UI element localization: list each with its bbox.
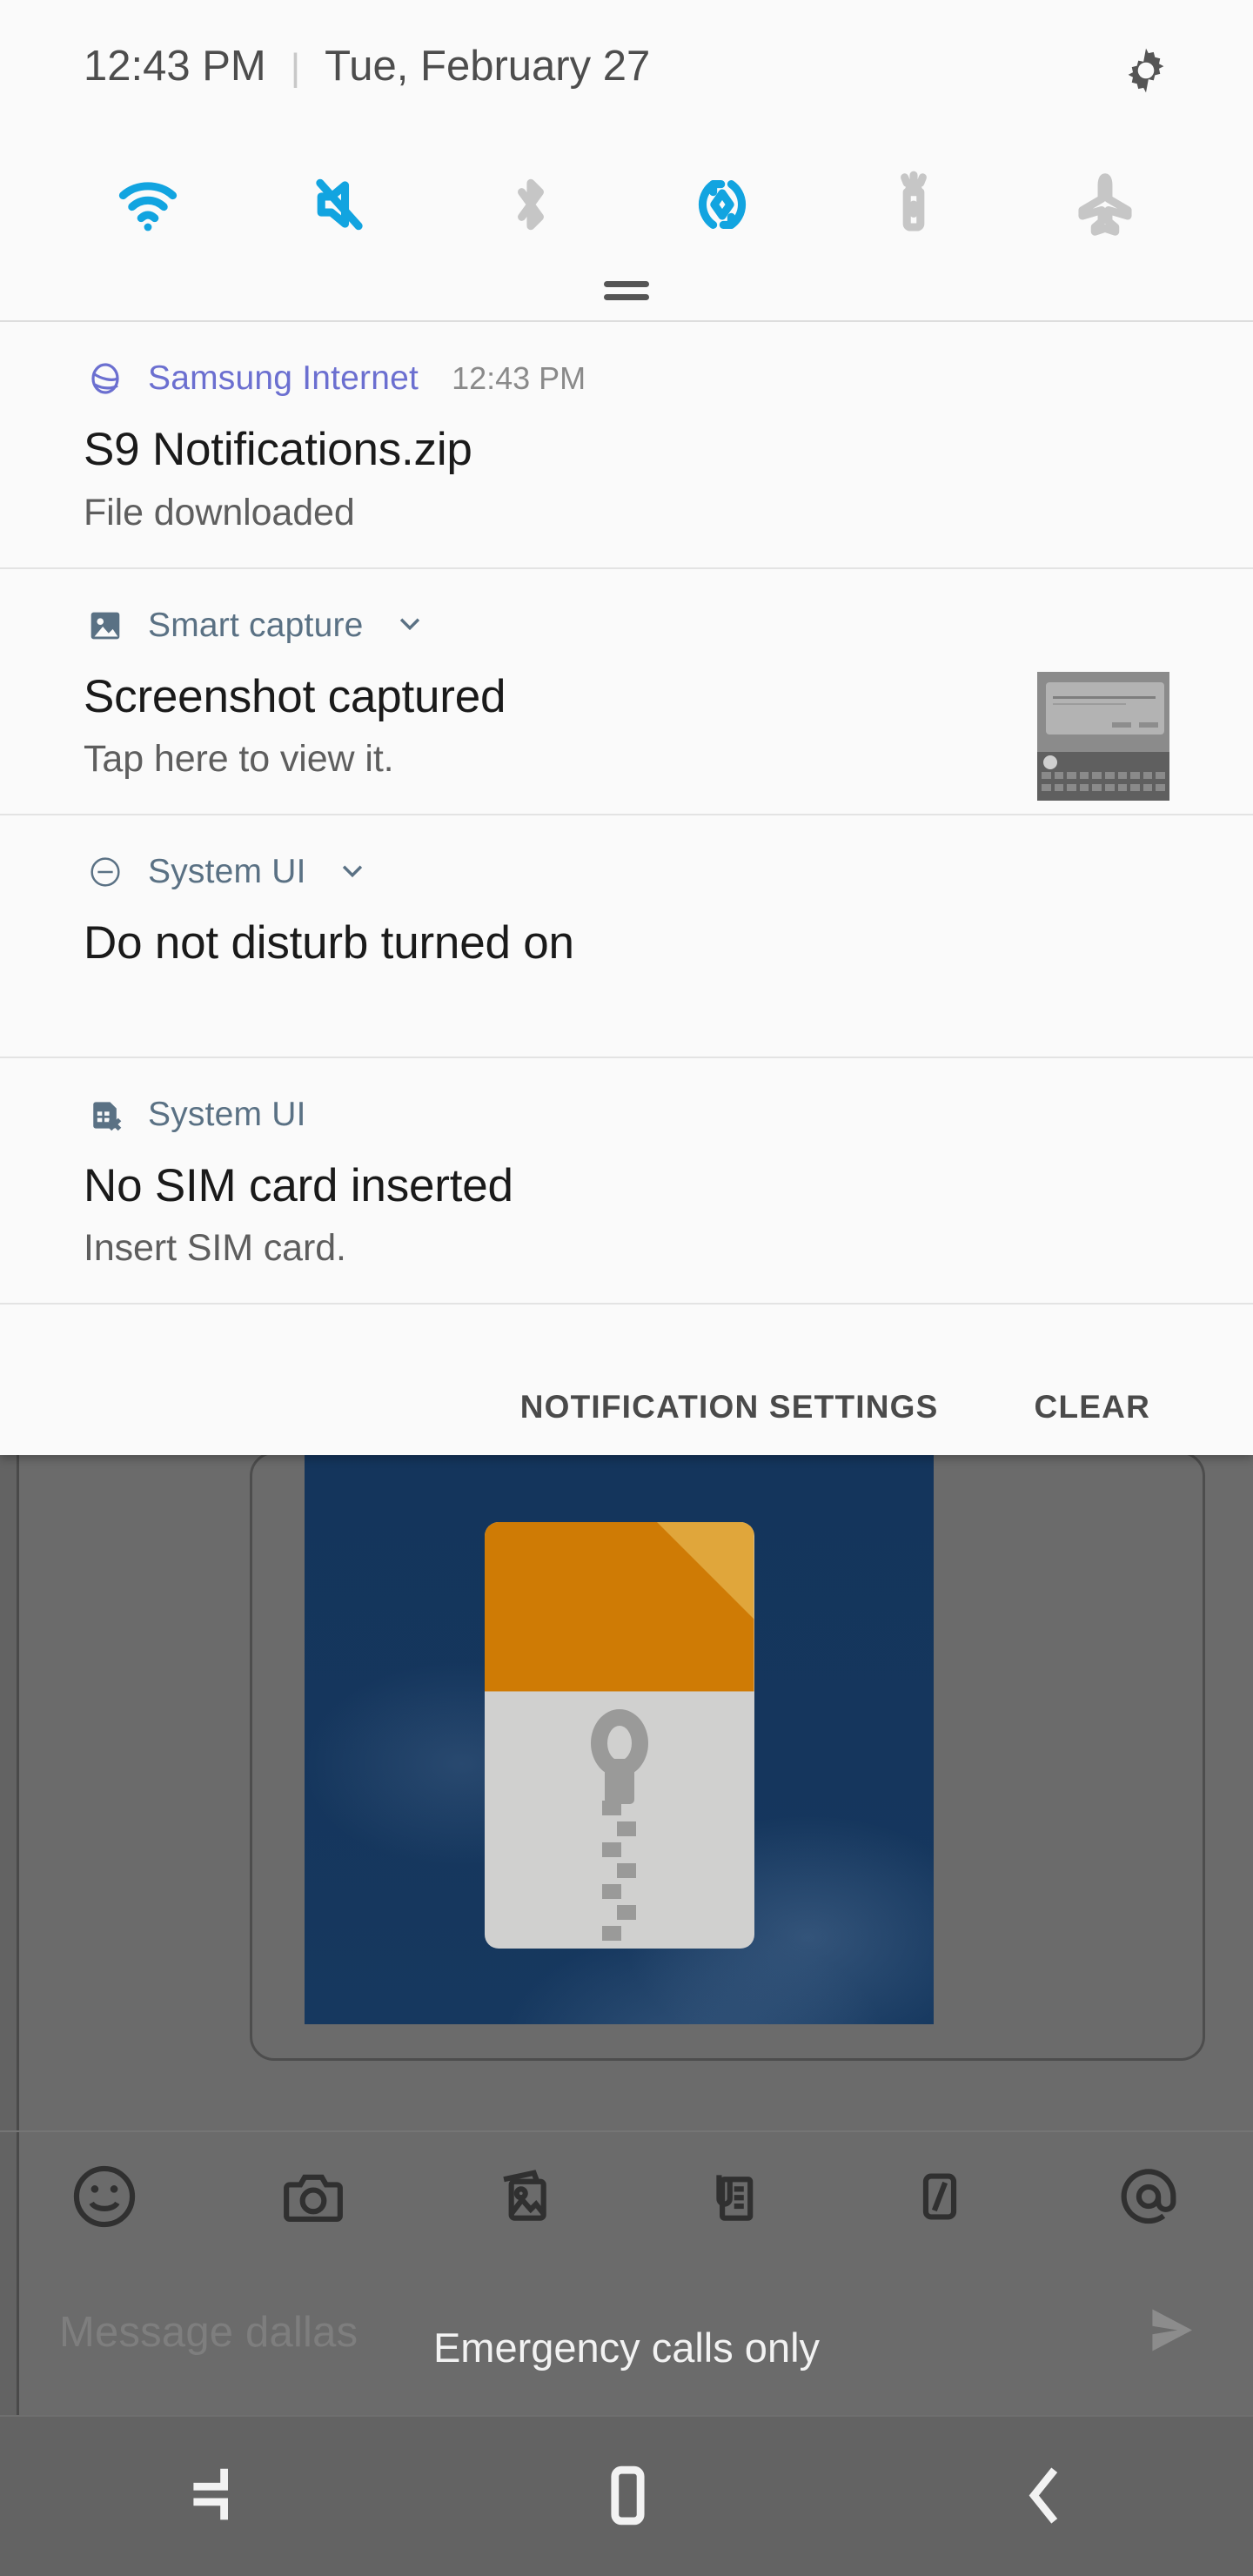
notification-samsung-internet[interactable]: Samsung Internet 12:43 PM S9 Notificatio… — [0, 322, 1253, 569]
thumbnail-keyboard-badge — [1043, 755, 1057, 769]
chevron-down-icon[interactable] — [338, 855, 367, 889]
notification-no-sim-card[interactable]: System UI No SIM card inserted Insert SI… — [0, 1057, 1253, 1305]
no-sim-card-icon — [84, 1093, 127, 1137]
recents-button[interactable] — [122, 2449, 296, 2545]
chevron-down-icon[interactable] — [395, 608, 425, 642]
thumbnail-dialog — [1046, 681, 1164, 735]
clock-separator: | — [290, 46, 301, 89]
thumbnail-dialog-buttons — [1112, 721, 1158, 728]
shade-footer-actions: NOTIFICATION SETTINGS CLEAR — [0, 1359, 1253, 1455]
notification-app-name: Smart capture — [148, 606, 364, 644]
navigation-bar — [0, 2415, 1253, 2576]
notification-header: Smart capture — [84, 604, 1169, 647]
do-not-disturb-icon — [84, 850, 127, 894]
gallery-icon[interactable] — [480, 2155, 564, 2238]
quick-tile-bluetooth[interactable] — [479, 156, 583, 253]
notification-header: Samsung Internet 12:43 PM — [84, 357, 1169, 400]
clock-time: 12:43 PM — [84, 43, 266, 90]
back-button[interactable] — [957, 2449, 1131, 2545]
thumbnail-text-value — [1053, 702, 1127, 705]
zip-pull-stem — [604, 1758, 634, 1804]
notification-time: 12:43 PM — [452, 360, 586, 396]
status-clock-date: 12:43 PM | Tue, February 27 — [84, 42, 650, 91]
message-toolbar — [0, 2130, 1253, 2261]
emoji-icon[interactable] — [63, 2155, 146, 2238]
notification-title: Screenshot captured — [84, 670, 506, 722]
screenshot-thumbnail[interactable] — [1037, 671, 1169, 801]
clear-button[interactable]: CLEAR — [1035, 1389, 1150, 1426]
attachment-icon[interactable] — [689, 2155, 773, 2238]
thumbnail-text-line — [1053, 695, 1156, 699]
zip-teeth — [601, 1800, 637, 1947]
zip-file-icon — [484, 1521, 754, 1949]
message-bubble-attachment[interactable] — [250, 1446, 1205, 2061]
quick-tile-sound-off[interactable] — [287, 156, 392, 253]
thumbnail-keyboard — [1037, 751, 1169, 801]
mention-icon[interactable] — [1107, 2155, 1190, 2238]
notification-header: System UI — [84, 850, 1169, 894]
notification-subtitle: Insert SIM card. — [84, 1227, 346, 1270]
notification-app-name: System UI — [148, 1095, 306, 1133]
quick-settings-header: 12:43 PM | Tue, February 27 — [0, 0, 1253, 148]
notification-app-name: System UI — [148, 853, 306, 891]
slash-icon[interactable] — [898, 2155, 982, 2238]
conversation-left-edge — [0, 1455, 19, 2576]
notification-settings-button[interactable]: NOTIFICATION SETTINGS — [520, 1389, 939, 1426]
notification-smart-capture[interactable]: Smart capture Screenshot captured Tap he… — [0, 568, 1253, 816]
notification-header: System UI — [84, 1093, 1169, 1137]
zip-file-image[interactable] — [305, 1446, 934, 2024]
notification-app-name: Samsung Internet — [148, 359, 419, 397]
emergency-calls-toast: Emergency calls only — [432, 2324, 821, 2371]
notification-subtitle: File downloaded — [84, 491, 355, 533]
clock-date: Tue, February 27 — [325, 43, 651, 90]
image-icon — [84, 604, 127, 647]
camera-icon[interactable] — [271, 2155, 355, 2238]
quick-tile-auto-rotate[interactable] — [670, 156, 774, 253]
quick-tile-airplane[interactable] — [1053, 156, 1157, 253]
notification-title: No SIM card inserted — [84, 1159, 513, 1211]
home-button[interactable] — [539, 2449, 714, 2545]
quick-tile-wifi[interactable] — [96, 156, 200, 253]
notification-shade: 12:43 PM | Tue, February 27 Samsung Inte… — [0, 0, 1253, 1455]
quick-settings-tiles — [0, 148, 1253, 261]
notification-do-not-disturb[interactable]: System UI Do not disturb turned on — [0, 815, 1253, 1058]
gear-icon[interactable] — [1119, 44, 1173, 97]
samsung-internet-icon — [84, 357, 127, 400]
notification-title: S9 Notifications.zip — [84, 424, 472, 475]
notification-subtitle: Tap here to view it. — [84, 738, 394, 781]
notification-title: Do not disturb turned on — [84, 917, 574, 969]
quick-tile-flashlight[interactable] — [861, 156, 966, 253]
shade-drag-handle[interactable] — [0, 261, 1253, 322]
